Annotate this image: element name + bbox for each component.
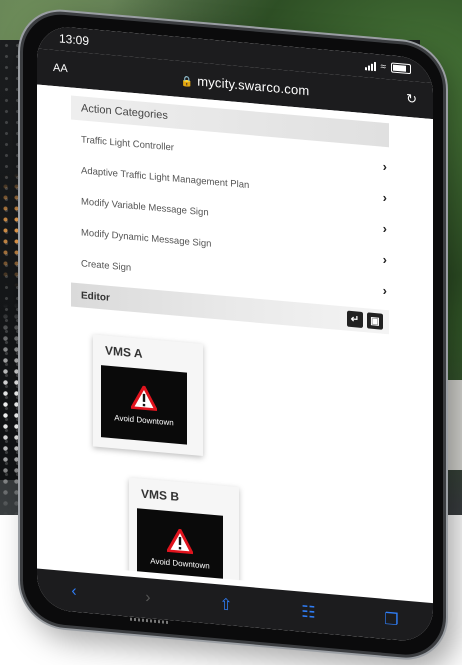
- chevron-right-icon: ›: [382, 282, 387, 299]
- vms-message: Avoid Downtown: [150, 555, 210, 571]
- vms-message: Avoid Downtown: [114, 412, 174, 427]
- export-icon[interactable]: ↵: [347, 310, 363, 329]
- lock-icon: 🔒: [180, 75, 194, 88]
- wifi-icon: ≈: [380, 61, 387, 73]
- editor-tools: ↵ ▣: [347, 310, 383, 330]
- status-icons: ≈: [364, 60, 411, 75]
- action-panel: Action Categories Traffic Light Controll…: [71, 95, 389, 598]
- warning-icon: [167, 527, 193, 554]
- editor-title: Editor: [81, 289, 110, 304]
- warning-icon: [131, 384, 157, 411]
- tabs-icon[interactable]: ❐: [384, 609, 398, 630]
- vms-display: Avoid Downtown: [137, 508, 223, 588]
- share-icon[interactable]: ⇧: [219, 594, 232, 615]
- battery-icon: [391, 62, 411, 75]
- chevron-right-icon: ›: [382, 220, 387, 237]
- menu-item-label: Modify Variable Message Sign: [81, 196, 209, 219]
- text-size-button[interactable]: AA: [53, 62, 93, 77]
- forward-icon[interactable]: ›: [145, 589, 150, 607]
- phone-body: 13:09 ≈ AA 🔒 mycity.swarco.com ↻ Action …: [20, 8, 446, 662]
- status-time: 13:09: [59, 31, 90, 49]
- menu-item-label: Create Sign: [81, 258, 132, 274]
- menu-item-label: Traffic Light Controller: [81, 134, 174, 154]
- chevron-right-icon: ›: [382, 189, 387, 206]
- vms-title: VMS B: [141, 486, 180, 504]
- url-text: mycity.swarco.com: [197, 73, 310, 98]
- signal-icon: [364, 61, 376, 71]
- phone-mockup: 13:09 ≈ AA 🔒 mycity.swarco.com ↻ Action …: [20, 8, 446, 662]
- vms-display: Avoid Downtown: [101, 365, 187, 445]
- menu-item-label: Adaptive Traffic Light Management Plan: [81, 165, 250, 192]
- page-content: Action Categories Traffic Light Controll…: [37, 84, 433, 598]
- reload-icon[interactable]: ↻: [397, 90, 417, 108]
- chevron-right-icon: ›: [382, 251, 387, 268]
- bookmarks-icon[interactable]: ☷: [301, 602, 315, 623]
- chevron-right-icon: ›: [382, 158, 387, 175]
- phone-screen: 13:09 ≈ AA 🔒 mycity.swarco.com ↻ Action …: [37, 24, 433, 644]
- lock-icon[interactable]: ▣: [367, 312, 383, 330]
- back-icon[interactable]: ‹: [71, 582, 76, 600]
- vms-title: VMS A: [105, 343, 143, 361]
- vms-card-a[interactable]: VMS A Avoid Downtown: [93, 334, 203, 457]
- menu-item-label: Modify Dynamic Message Sign: [81, 227, 212, 250]
